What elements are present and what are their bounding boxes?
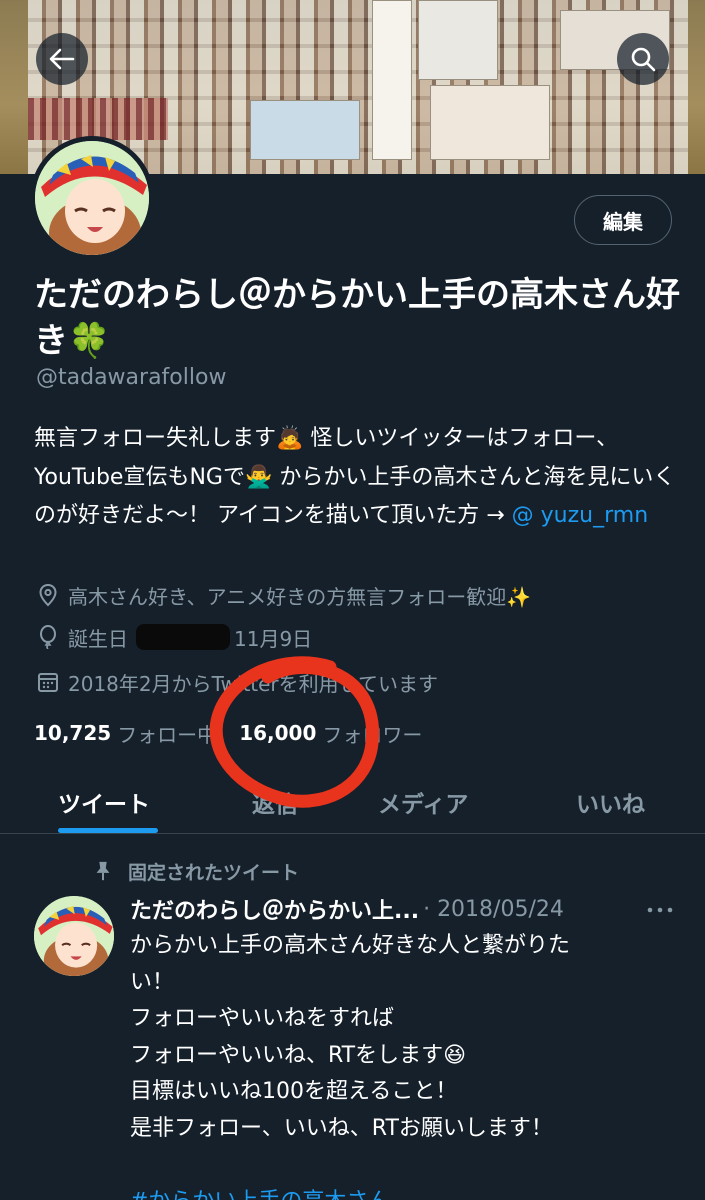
birthday-label: 誕生日 <box>68 626 128 651</box>
profile-bio: 無言フォロー失礼します🙇 怪しいツイッターはフォロー、YouTube宣伝もNGで… <box>34 420 682 536</box>
profile-location: 高木さん好き、アニメ好きの方無言フォロー歓迎✨ <box>36 580 531 610</box>
tweet-text: からかい上手の高木さん好きな人と繋がりた い！ フォローやいいねをすれば フォロ… <box>130 928 650 1200</box>
follow-counts: 10,725 フォロー中 16,000 フォロワー <box>34 718 444 748</box>
birthday-value: 11月9日 <box>234 626 313 651</box>
tweet-line: 是非フォロー、いいね、RTお願いします！ <box>130 1115 553 1141</box>
profile-joined: 2018年2月からTwitterを利用しています <box>36 667 438 697</box>
balloon-icon <box>40 625 56 649</box>
more-horizontal-icon[interactable] <box>645 900 675 920</box>
back-button[interactable] <box>36 33 88 85</box>
banner-figures <box>28 98 168 140</box>
redacted-year <box>136 624 230 650</box>
followers-label[interactable]: フォロワー <box>322 719 422 748</box>
location-pin-icon <box>39 583 57 607</box>
tweet-line: フォローやいいねをすれば <box>130 1006 395 1031</box>
pin-icon <box>96 861 110 881</box>
profile-tabs: ツイート 返信 メディア いいね <box>0 770 705 834</box>
edit-profile-button[interactable]: 編集 <box>574 195 672 245</box>
tweet-line: からかい上手の高木さん好きな人と繋がりた <box>130 933 571 958</box>
followers-count[interactable]: 16,000 <box>239 721 316 745</box>
profile-avatar[interactable] <box>30 136 154 260</box>
following-count[interactable]: 10,725 <box>34 721 111 745</box>
tweet-hashtag[interactable]: #からかい上手の高木さん <box>130 1184 650 1200</box>
calendar-icon <box>38 673 58 692</box>
tweet-date[interactable]: · 2018/05/24 <box>423 897 564 922</box>
banner-poster <box>372 0 412 160</box>
arrow-left-icon <box>49 48 75 70</box>
avatar-image <box>34 896 114 976</box>
display-name: ただのわらし＠からかい上手の高木さん好き🍀 <box>34 275 680 361</box>
tab-media[interactable]: メディア <box>378 770 468 834</box>
tab-tweets[interactable]: ツイート <box>58 770 150 834</box>
tweet-author-avatar[interactable] <box>34 896 114 976</box>
banner-poster <box>430 85 550 160</box>
tab-likes[interactable]: いいね <box>576 770 645 834</box>
profile-birthday: 誕生日 11月9日 <box>36 622 312 652</box>
following-label[interactable]: フォロー中 <box>117 719 217 748</box>
tweet-line: 目標はいいね100を超えること！ <box>130 1079 458 1104</box>
tweet-line: フォローやいいね、RTをします😆 <box>130 1042 467 1068</box>
tab-replies[interactable]: 返信 <box>252 770 298 834</box>
joined-text: 2018年2月からTwitterを利用しています <box>68 671 439 696</box>
avatar-image <box>35 141 149 255</box>
banner-poster <box>418 0 498 80</box>
banner-poster <box>250 100 360 160</box>
tweet-author-name[interactable]: ただのわらし＠からかい上... <box>130 893 419 925</box>
pinned-label: 固定されたツイート <box>128 861 300 884</box>
search-button[interactable] <box>617 33 669 85</box>
bio-mention-link[interactable]: @ yuzu_rmn <box>512 503 648 528</box>
tweet-line: い！ <box>130 969 175 995</box>
active-tab-indicator <box>58 828 158 833</box>
tweet-header: ただのわらし＠からかい上... · 2018/05/24 <box>130 892 690 926</box>
location-text: 高木さん好き、アニメ好きの方無言フォロー歓迎✨ <box>68 584 532 609</box>
pinned-indicator: 固定されたツイート <box>92 856 299 886</box>
search-icon <box>631 47 656 72</box>
user-handle: @tadawarafollow <box>36 365 227 390</box>
